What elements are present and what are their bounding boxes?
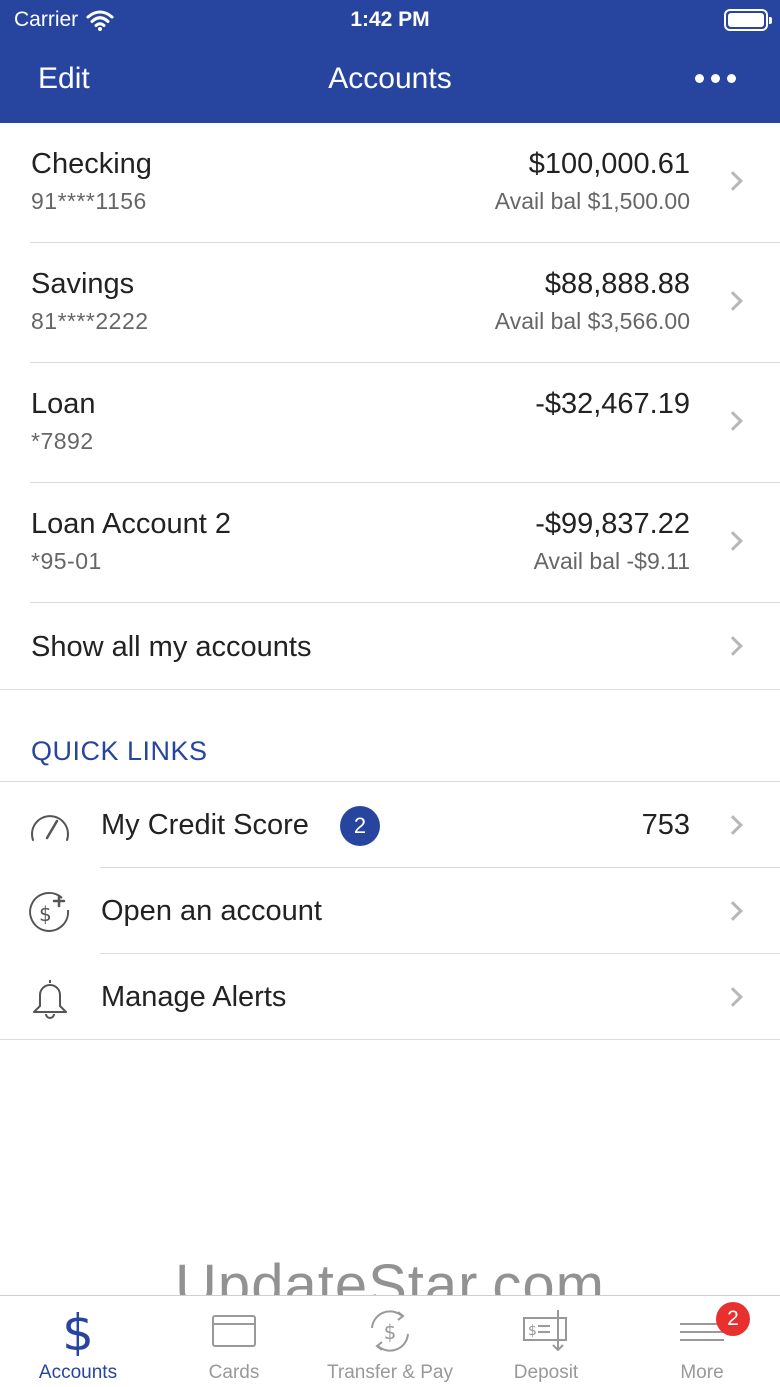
tab-bar: $ Accounts Cards $ Transfer & Pay $ Depo… (0, 1295, 780, 1387)
tab-more[interactable]: 2 More (624, 1296, 780, 1387)
quick-link-credit-score[interactable]: My Credit Score 2 753 (0, 782, 780, 868)
tab-label: Transfer & Pay (326, 1362, 453, 1383)
account-row-savings[interactable]: Savings 81****2222 $88,888.88 Avail bal … (0, 243, 780, 363)
account-row-loan[interactable]: Loan *7892 -$32,467.19 (0, 363, 780, 483)
account-balance: $100,000.61 (528, 148, 690, 180)
nav-bar: Edit Accounts (0, 40, 780, 123)
account-name: Loan (31, 388, 96, 420)
chevron-right-icon (723, 531, 743, 551)
quick-link-label: My Credit Score (101, 809, 309, 841)
gauge-icon (31, 815, 69, 841)
page-title: Accounts (328, 62, 452, 95)
chevron-right-icon (723, 291, 743, 311)
account-number: 81****2222 (31, 308, 149, 334)
quick-link-label: Open an account (101, 895, 322, 927)
more-badge: 2 (716, 1302, 750, 1336)
chevron-right-icon (723, 636, 743, 656)
tab-cards[interactable]: Cards (156, 1296, 312, 1387)
quick-links-list: My Credit Score 2 753 $ Open an account … (0, 782, 780, 1040)
account-available-balance: Avail bal $1,500.00 (494, 188, 690, 214)
transfer-icon: $ (371, 1310, 409, 1352)
account-name: Checking (31, 148, 152, 180)
account-balance: $88,888.88 (544, 268, 690, 300)
tab-label: Cards (208, 1362, 260, 1383)
credit-score-badge: 2 (340, 806, 380, 846)
tab-deposit[interactable]: $ Deposit (468, 1296, 624, 1387)
chevron-right-icon (723, 901, 743, 921)
status-time: 1:42 PM (350, 8, 430, 31)
dollar-plus-icon: $ (29, 891, 70, 932)
divider (0, 1039, 780, 1040)
credit-score-value: 753 (641, 809, 690, 841)
account-available-balance: Avail bal $3,566.00 (494, 308, 690, 334)
check-deposit-icon: $ (523, 1310, 567, 1352)
show-all-accounts-label: Show all my accounts (31, 631, 312, 663)
tab-label: Deposit (513, 1362, 579, 1383)
tab-transfer-pay[interactable]: $ Transfer & Pay (312, 1296, 468, 1387)
tab-label: More (680, 1362, 724, 1383)
dollar-icon: $ (62, 1306, 94, 1356)
tab-label: Accounts (38, 1362, 118, 1383)
tab-accounts[interactable]: $ Accounts (0, 1296, 156, 1387)
quick-links-header: QUICK LINKS (0, 710, 780, 782)
account-number: *95-01 (31, 548, 102, 574)
chevron-right-icon (723, 171, 743, 191)
account-name: Savings (31, 268, 135, 300)
account-number: 91****1156 (31, 188, 147, 214)
chevron-right-icon (723, 815, 743, 835)
card-icon (212, 1315, 256, 1347)
chevron-right-icon (723, 411, 743, 431)
account-balance: -$32,467.19 (535, 388, 690, 420)
account-row-loan-account-2[interactable]: Loan Account 2 *95-01 -$99,837.22 Avail … (0, 483, 780, 603)
status-bar: Carrier 1:42 PM (0, 0, 780, 40)
account-available-balance: Avail bal -$9.11 (533, 548, 690, 574)
quick-link-manage-alerts[interactable]: Manage Alerts (0, 954, 780, 1040)
svg-text:$: $ (528, 1323, 537, 1339)
account-row-checking[interactable]: Checking 91****1156 $100,000.61 Avail ba… (0, 123, 780, 243)
svg-text:$: $ (39, 902, 52, 926)
svg-text:$: $ (62, 1306, 94, 1356)
account-balance: -$99,837.22 (535, 508, 690, 540)
account-number: *7892 (31, 428, 94, 454)
quick-link-label: Manage Alerts (101, 981, 287, 1013)
ellipsis-icon[interactable] (695, 74, 736, 83)
account-name: Loan Account 2 (31, 508, 231, 540)
accounts-list: Checking 91****1156 $100,000.61 Avail ba… (0, 123, 780, 690)
quick-link-open-account[interactable]: $ Open an account (0, 868, 780, 954)
svg-text:$: $ (384, 1320, 397, 1344)
bell-icon (33, 980, 67, 1019)
chevron-right-icon (723, 987, 743, 1007)
show-all-accounts-row[interactable]: Show all my accounts (0, 603, 780, 690)
battery-icon (724, 9, 772, 31)
quick-links-title: QUICK LINKS (31, 736, 208, 766)
